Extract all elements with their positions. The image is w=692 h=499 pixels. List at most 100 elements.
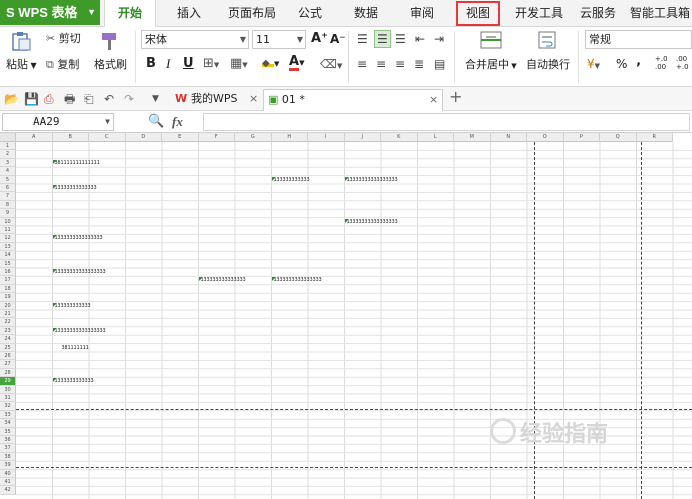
row-header-13[interactable]: 13 xyxy=(0,242,16,252)
row-header-4[interactable]: 4 xyxy=(0,167,16,176)
align-right-button[interactable]: ≡ xyxy=(395,57,405,71)
save-icon[interactable]: 💾 xyxy=(24,91,39,107)
row-header-8[interactable]: 8 xyxy=(0,200,16,210)
row-header-28[interactable]: 28 xyxy=(0,368,16,378)
select-all-corner[interactable] xyxy=(0,133,16,142)
column-header-n[interactable]: N xyxy=(490,133,527,142)
align-center-button[interactable]: ≡ xyxy=(376,57,386,71)
column-header-i[interactable]: I xyxy=(308,133,345,142)
format-painter-button[interactable]: 格式刷 xyxy=(94,58,127,72)
tab-formulas[interactable]: 公式 xyxy=(290,0,330,27)
copy-button[interactable]: ⧉ 复制 xyxy=(46,58,79,72)
bold-button[interactable]: B xyxy=(146,57,156,71)
column-header-g[interactable]: G xyxy=(235,133,272,142)
number-format-select[interactable]: 常规 xyxy=(585,30,692,49)
row-header-9[interactable]: 9 xyxy=(0,209,16,218)
percent-button[interactable]: % xyxy=(616,57,627,71)
tab-page-layout[interactable]: 页面布局 xyxy=(222,0,282,27)
format-painter-icon[interactable] xyxy=(99,31,121,51)
tab-view[interactable]: 视图 xyxy=(455,0,501,27)
tab-cloud[interactable]: 云服务 xyxy=(574,0,622,27)
row-header-34[interactable]: 34 xyxy=(0,419,16,428)
formula-input[interactable] xyxy=(203,113,690,131)
cell-value[interactable]: 133333333333 xyxy=(52,302,91,310)
row-header-29[interactable]: 29 xyxy=(0,377,16,386)
merge-center-icon[interactable] xyxy=(480,30,502,50)
row-header-38[interactable]: 38 xyxy=(0,452,16,462)
close-icon[interactable]: × xyxy=(429,90,438,110)
font-size-select[interactable]: 11 ▼ xyxy=(252,30,306,49)
row-header-27[interactable]: 27 xyxy=(0,360,16,369)
cell-value[interactable]: 13333333333333333 xyxy=(344,218,398,226)
cell-value[interactable]: 1333333333333333 xyxy=(271,277,322,284)
doc-tab-01[interactable]: ▣ 01 * × xyxy=(263,89,443,111)
column-header-c[interactable]: C xyxy=(89,133,126,142)
column-header-q[interactable]: Q xyxy=(600,133,637,142)
row-header-39[interactable]: 39 xyxy=(0,461,16,470)
cell-value[interactable]: 381111111 xyxy=(61,345,89,352)
cell-value[interactable]: 13333333333333333 xyxy=(52,269,106,276)
cell-value[interactable]: 1333333333333 xyxy=(52,378,94,385)
row-header-2[interactable]: 2 xyxy=(0,150,16,159)
row-header-10[interactable]: 10 xyxy=(0,217,16,226)
row-header-40[interactable]: 40 xyxy=(0,469,16,478)
row-header-26[interactable]: 26 xyxy=(0,352,16,361)
column-header-o[interactable]: O xyxy=(527,133,564,142)
close-icon[interactable]: × xyxy=(249,89,258,109)
increase-decimal-button[interactable]: +.0 .00 xyxy=(655,55,669,71)
fx-icon[interactable]: fx xyxy=(172,113,183,131)
column-header-e[interactable]: E xyxy=(162,133,199,142)
row-header-19[interactable]: 19 xyxy=(0,293,16,302)
app-menu-button[interactable]: S WPS 表格 ▼ xyxy=(0,0,100,25)
row-header-12[interactable]: 12 xyxy=(0,234,16,243)
cell-value[interactable]: 13333333333333333 xyxy=(52,327,106,335)
clear-format-button[interactable]: ⌫▼ xyxy=(320,57,342,73)
font-name-select[interactable]: 宋体 ▼ xyxy=(141,30,249,49)
fill-color-button[interactable]: ◆ ▼ xyxy=(262,56,279,71)
column-header-b[interactable]: B xyxy=(52,133,89,142)
row-header-17[interactable]: 17 xyxy=(0,276,16,285)
shrink-font-button[interactable]: A⁻ xyxy=(330,32,346,46)
row-header-15[interactable]: 15 xyxy=(0,259,16,268)
tab-smart-tools[interactable]: 智能工具箱 xyxy=(630,0,692,27)
open-folder-icon[interactable]: 📂 xyxy=(4,91,19,107)
column-header-a[interactable]: A xyxy=(16,133,53,142)
row-header-33[interactable]: 33 xyxy=(0,410,16,420)
name-box[interactable]: AA29 ▼ xyxy=(2,113,114,131)
row-header-36[interactable]: 36 xyxy=(0,436,16,445)
row-header-24[interactable]: 24 xyxy=(0,335,16,344)
column-header-h[interactable]: H xyxy=(271,133,308,142)
cell-value[interactable]: 133333333333333 xyxy=(198,277,246,284)
row-header-35[interactable]: 35 xyxy=(0,427,16,436)
tab-data[interactable]: 数据 xyxy=(346,0,386,27)
column-header-j[interactable]: J xyxy=(344,133,381,142)
justify-button[interactable]: ≣ xyxy=(414,57,424,71)
tab-review[interactable]: 审阅 xyxy=(402,0,442,27)
column-header-m[interactable]: M xyxy=(454,133,491,142)
row-header-1[interactable]: 1 xyxy=(0,142,16,151)
row-header-25[interactable]: 25 xyxy=(0,343,16,352)
row-header-6[interactable]: 6 xyxy=(0,184,16,193)
spreadsheet-grid[interactable]: ABCDEFGHIJKLMNOPQR 1 2 3 4 5 6 7 8 9 10 11 12 13 14 15… xyxy=(0,133,692,499)
column-header-l[interactable]: L xyxy=(417,133,454,142)
cell-style-button[interactable]: ▦▼ xyxy=(230,57,248,72)
new-tab-plus-icon[interactable]: + xyxy=(449,89,462,105)
tab-home[interactable]: 开始 xyxy=(104,0,156,28)
doc-tab-my-wps[interactable]: W 我的WPS × xyxy=(171,89,261,111)
row-header-14[interactable]: 14 xyxy=(0,251,16,260)
cell-value[interactable]: 133333333333 xyxy=(271,176,310,184)
column-header-f[interactable]: F xyxy=(198,133,235,142)
row-header-31[interactable]: 31 xyxy=(0,394,16,403)
row-header-41[interactable]: 41 xyxy=(0,478,16,487)
indent-increase-button[interactable]: ⇥ xyxy=(434,32,444,46)
print-icon[interactable]: 🖶 xyxy=(64,91,75,107)
column-header-p[interactable]: P xyxy=(563,133,600,142)
row-header-7[interactable]: 7 xyxy=(0,192,16,201)
paste-button[interactable]: 粘贴 ▼ xyxy=(6,58,37,73)
column-header-d[interactable]: D xyxy=(125,133,162,142)
cell-value[interactable]: 1333333333333333 xyxy=(52,235,103,242)
font-color-button[interactable]: A▼ xyxy=(289,55,304,71)
row-header-11[interactable]: 11 xyxy=(0,226,16,235)
distributed-align-button[interactable]: ▤ xyxy=(434,57,445,71)
redo-icon[interactable]: ↷ xyxy=(124,91,134,107)
